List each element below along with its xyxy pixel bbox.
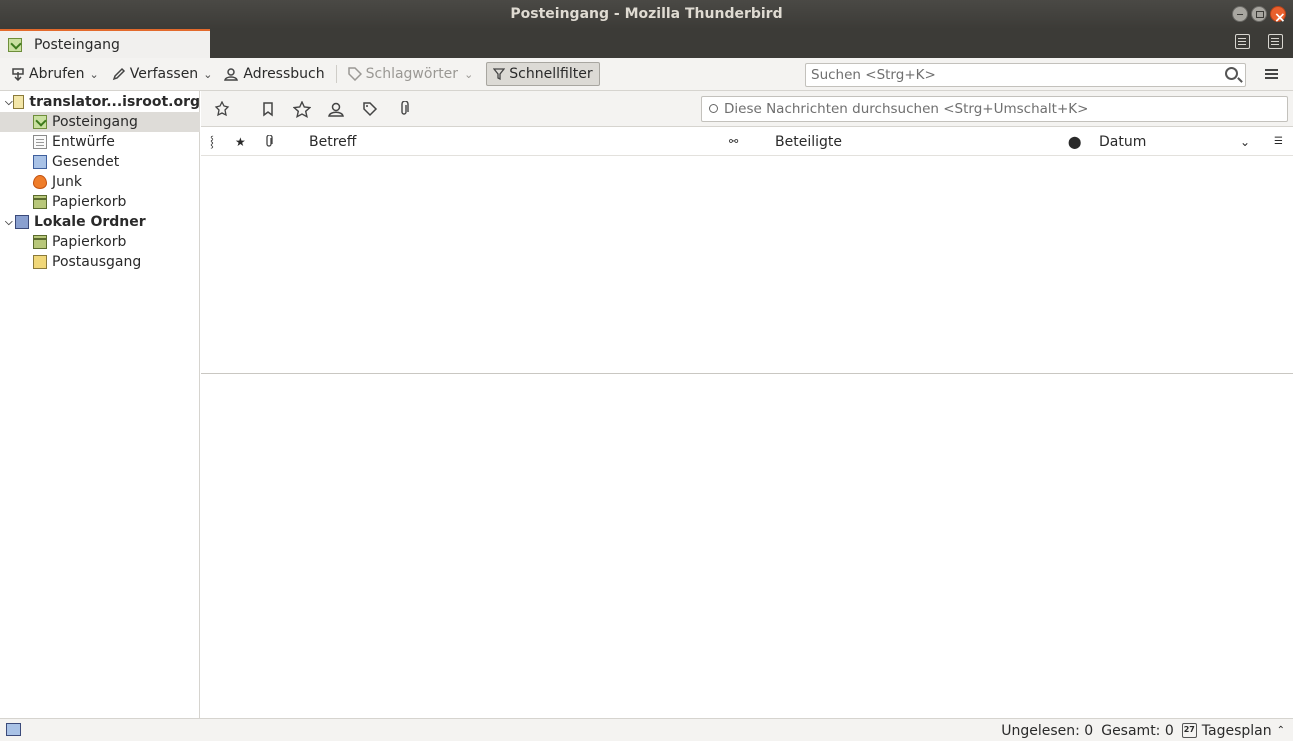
compose-button[interactable]: Verfassen — [109, 62, 201, 86]
message-pane — [201, 374, 1293, 718]
folder-label: Entwürfe — [52, 134, 115, 150]
quick-filter-bar: Diese Nachrichten durchsuchen <Strg+Umsc… — [201, 91, 1293, 127]
address-book-label: Adressbuch — [243, 66, 325, 82]
search-icon — [709, 104, 718, 113]
folder-trash[interactable]: Papierkorb — [0, 192, 200, 212]
attachment-paperclip-icon[interactable] — [395, 100, 413, 119]
column-picker-icon[interactable]: ☰ — [1274, 128, 1283, 156]
chevron-up-icon: ⌃ — [1276, 725, 1285, 736]
minimize-button[interactable] — [1232, 6, 1248, 22]
chevron-down-icon[interactable]: ⌵ — [5, 97, 13, 108]
attachment-column-paperclip-icon[interactable] — [263, 128, 275, 156]
thread-column-icon[interactable]: ⸾ — [210, 128, 214, 156]
date-column-header[interactable]: Datum — [1099, 128, 1146, 156]
trash-icon — [33, 235, 47, 249]
tags-button[interactable]: Schlagwörter ⌄ — [345, 62, 477, 86]
tag-icon[interactable] — [361, 101, 379, 119]
folder-inbox[interactable]: Posteingang — [0, 112, 200, 132]
mail-account-icon — [12, 95, 25, 109]
correspondents-column-header[interactable]: Beteiligte — [775, 128, 842, 156]
download-icon — [12, 68, 24, 81]
inbox-icon — [33, 115, 47, 129]
folder-account[interactable]: ⌵ translator...isroot.org — [0, 92, 200, 112]
folder-label: Papierkorb — [52, 194, 127, 210]
unread-count: Ungelesen: 0 — [1001, 722, 1094, 739]
folder-local-trash[interactable]: Papierkorb — [0, 232, 200, 252]
tag-icon — [347, 67, 362, 81]
chevron-down-icon[interactable]: ⌵ — [5, 217, 15, 228]
account-name: translator...isroot.org — [29, 94, 200, 110]
filter-icon — [493, 68, 506, 80]
folder-sent[interactable]: Gesendet — [0, 152, 200, 172]
status-bar: Ungelesen: 0 Gesamt: 0 27 Tagesplan ⌃ — [0, 718, 1293, 741]
global-search-placeholder: Suchen <Strg+K> — [811, 67, 936, 83]
address-book-button[interactable]: Adressbuch — [220, 62, 327, 86]
contact-filter-icon[interactable] — [327, 101, 345, 119]
thread-list[interactable] — [201, 156, 1293, 373]
junk-flame-icon — [33, 175, 47, 189]
compose-dropdown-chevron-down-icon[interactable]: ⌄ — [203, 68, 212, 81]
star-column-icon[interactable]: ★ — [235, 128, 246, 156]
local-folders-icon — [15, 215, 29, 229]
filter-search-input[interactable]: Diese Nachrichten durchsuchen <Strg+Umsc… — [701, 96, 1288, 122]
quick-filter-button[interactable]: Schnellfilter — [486, 62, 600, 86]
quick-filter-label: Schnellfilter — [509, 66, 593, 82]
calendar-icon: 27 — [1181, 723, 1197, 738]
global-search-input[interactable]: Suchen <Strg+K> — [805, 63, 1246, 87]
app-menu-icon[interactable] — [1265, 69, 1278, 79]
filter-search-placeholder: Diese Nachrichten durchsuchen <Strg+Umsc… — [724, 101, 1089, 117]
get-messages-label: Abrufen — [29, 66, 85, 82]
window-titlebar: Posteingang - Mozilla Thunderbird — [0, 0, 1293, 33]
folder-outbox[interactable]: Postausgang — [0, 252, 200, 272]
thread-column-headers: ⸾ ★ Betreff ⚯ Beteiligte ⬤ Datum ⌄ ☰ — [201, 128, 1293, 156]
close-button[interactable] — [1270, 4, 1286, 33]
folder-junk[interactable]: Junk — [0, 172, 200, 192]
status-counts: Ungelesen: 0 Gesamt: 0 27 Tagesplan ⌃ — [1001, 719, 1285, 741]
trash-icon — [33, 195, 47, 209]
tab-bar: Posteingang — [0, 29, 1293, 58]
calendar-icon[interactable] — [1235, 34, 1250, 49]
search-icon — [1225, 67, 1238, 80]
pencil-icon — [112, 67, 125, 81]
toolbar-separator — [335, 65, 337, 83]
sticky-pin-icon[interactable] — [213, 100, 231, 119]
folder-label: Gesendet — [52, 154, 120, 170]
contacts-icon — [224, 68, 239, 81]
folder-label: Papierkorb — [52, 234, 127, 250]
tasks-icon[interactable] — [1268, 34, 1283, 49]
get-messages-button[interactable]: Abrufen — [8, 62, 88, 86]
drafts-icon — [33, 135, 47, 149]
tab-bar-icons — [1235, 34, 1283, 49]
tags-chevron-down-icon: ⌄ — [464, 67, 474, 81]
folder-label: Junk — [52, 174, 82, 190]
local-folders-name: Lokale Ordner — [34, 214, 146, 230]
read-status-column-icon[interactable]: ⚯ — [729, 128, 738, 156]
today-pane-button[interactable]: 27 Tagesplan ⌃ — [1181, 722, 1285, 739]
junk-column-flame-icon[interactable]: ⬤ — [1068, 128, 1081, 156]
main-toolbar: Abrufen ⌄ Verfassen ⌄ Adressbuch Schlagw… — [0, 58, 1293, 91]
folder-local[interactable]: ⌵ Lokale Ordner — [0, 212, 200, 232]
tab-label: Posteingang — [34, 36, 120, 53]
folder-drafts[interactable]: Entwürfe — [0, 132, 200, 152]
sent-icon — [33, 155, 47, 169]
tab-inbox[interactable]: Posteingang — [0, 29, 210, 58]
sort-chevron-down-icon[interactable]: ⌄ — [1240, 128, 1250, 156]
online-status-icon[interactable] — [6, 723, 21, 736]
total-count: Gesamt: 0 — [1101, 722, 1174, 739]
window-controls — [1232, 4, 1286, 33]
unread-bookmark-icon[interactable] — [259, 101, 277, 119]
starred-star-icon[interactable] — [292, 100, 312, 119]
subject-column-header[interactable]: Betreff — [309, 128, 356, 156]
maximize-button[interactable] — [1251, 6, 1267, 22]
compose-label: Verfassen — [129, 66, 199, 82]
inbox-icon — [8, 37, 22, 52]
folder-pane: ⌵ translator...isroot.org Posteingang En… — [0, 91, 200, 718]
window-title: Posteingang - Mozilla Thunderbird — [510, 6, 783, 22]
outbox-icon — [33, 255, 47, 269]
today-pane-label: Tagesplan — [1201, 722, 1272, 739]
get-messages-dropdown-chevron-down-icon[interactable]: ⌄ — [90, 68, 99, 81]
tags-label: Schlagwörter — [365, 66, 459, 82]
folder-label: Postausgang — [52, 254, 142, 270]
folder-label: Posteingang — [52, 114, 138, 130]
